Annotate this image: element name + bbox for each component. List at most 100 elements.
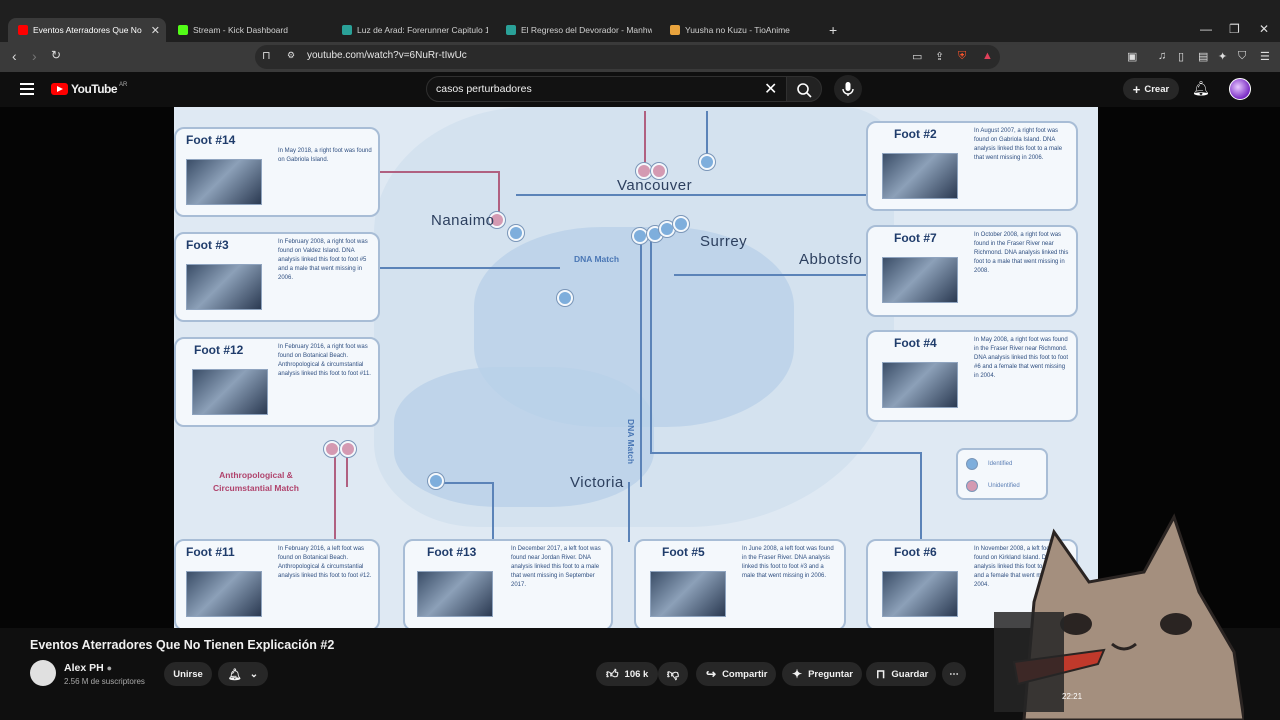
dislike-button[interactable]: 👎︎ [658,662,688,686]
menu-icon[interactable]: ☰ [1260,50,1274,63]
connector-line [436,482,492,484]
share-button[interactable]: ↪ Compartir [696,662,776,686]
foot-card: Foot #14 In May 2018, a right foot was f… [174,127,380,217]
map-legend: Identified Unidentified [956,448,1048,500]
site-info-icon[interactable]: ⚙ [287,50,295,61]
identified-marker [673,216,689,232]
restore-icon[interactable]: ❐ [1229,22,1240,36]
search-button[interactable] [786,76,822,102]
shoe-photo [186,571,262,617]
foot-title: Foot #2 [894,127,937,141]
reload-icon[interactable]: ↻ [51,48,61,62]
foot-title: Foot #11 [186,545,235,559]
search-query[interactable]: casos perturbadores [436,83,532,95]
foot-description: In June 2008, a left foot was found in t… [742,546,834,579]
leo-ai-icon[interactable]: ✦ [1218,50,1232,63]
subscribe-notifications-button[interactable]: 🔔︎ ⌄ [218,662,268,686]
unidentified-marker [340,441,356,457]
save-button[interactable]: ⊓ Guardar [866,662,936,686]
url-text[interactable]: youtube.com/watch?v=6NuRr-tIwUc [307,50,467,61]
notifications-bell-icon[interactable]: 🔔︎ [1192,80,1210,97]
tab-kick[interactable]: Stream - Kick Dashboard [168,18,328,42]
share-page-icon[interactable]: ⇪ [935,50,949,63]
wallet-icon[interactable]: ▤ [1198,50,1212,63]
address-toolbar [0,42,1280,72]
vpn-icon[interactable]: ⛉ [1238,50,1252,62]
foot-title: Foot #4 [894,336,937,350]
connector-line [492,482,494,542]
foot-title: Foot #5 [662,545,705,559]
anthropological-match-label: Anthropological & Circumstantial Match [213,470,299,493]
tab-label: Stream - Kick Dashboard [193,25,288,35]
connector-line [650,452,920,454]
hamburger-menu-icon[interactable] [20,83,34,98]
shoe-photo [417,571,493,617]
close-tab-icon[interactable]: ✕ [151,24,160,37]
manhwa-favicon-icon [506,25,516,35]
identified-marker [557,290,573,306]
youtube-logo[interactable]: YouTube AR [51,82,127,96]
manhwa-favicon-icon [342,25,352,35]
back-icon[interactable]: ‹ [12,48,17,64]
more-actions-button[interactable]: ⋯ [942,662,966,686]
tab-el-regreso[interactable]: El Regreso del Devorador - Manhwa [496,18,652,42]
foot-title: Foot #12 [194,343,244,357]
shoe-photo [882,362,958,408]
new-tab-button[interactable]: + [829,22,837,38]
account-avatar[interactable] [1229,78,1251,100]
like-button[interactable]: 👍︎ 106 k [596,662,658,686]
connector-line [516,194,868,196]
foot-description: In February 2008, a right foot was found… [278,239,368,281]
connector-line [380,171,498,173]
channel-name[interactable]: Alex PH ● [64,662,112,674]
close-window-icon[interactable]: ✕ [1259,22,1269,36]
tab-youtube[interactable]: Eventos Aterradores Que No ✕ [8,18,166,42]
subscriber-count: 2.56 M de suscriptores [64,677,145,686]
brave-rewards-icon[interactable]: ▲ [982,50,996,62]
foot-card: Foot #3 In February 2008, a right foot w… [174,232,380,322]
unidentified-marker [324,441,340,457]
bell-icon: 🔔︎ [227,668,242,681]
verified-icon: ● [106,663,113,673]
tab-luz-de-arad[interactable]: Luz de Arad: Forerunner Capitulo 1 e [332,18,488,42]
music-icon[interactable]: ♫ [1158,50,1172,62]
overlay-timestamp: 22:21 [1062,692,1083,701]
sidebar-toggle-icon[interactable]: ▣ [1127,50,1141,63]
connector-line [640,227,642,487]
forward-icon[interactable]: › [32,48,37,64]
connector-line [644,111,646,167]
video-frame-map[interactable]: Vancouver Nanaimo Surrey Abbotsfo Victor… [174,107,1098,628]
create-button[interactable]: + Crear [1123,78,1179,100]
clear-search-icon[interactable]: ✕ [764,79,777,99]
share-icon: ↪ [706,667,717,681]
brave-shield-icon[interactable]: ⛨ [958,50,972,62]
like-count: 106 k [624,668,649,680]
shoe-photo [650,571,726,617]
reading-list-icon[interactable]: ▯ [1178,50,1192,63]
foot-description: In February 2016, a right foot was found… [278,344,371,377]
city-nanaimo: Nanaimo [431,212,495,229]
join-button[interactable]: Unirse [164,662,212,686]
bookmark-icon[interactable]: ⊓ [262,49,271,62]
streamer-cat-overlay [994,513,1244,720]
minimize-icon[interactable]: — [1200,22,1212,36]
more-icon: ⋯ [949,668,959,680]
ask-button[interactable]: ✦ Preguntar [782,662,862,686]
identified-marker [428,473,444,489]
connector-line [346,457,348,487]
channel-avatar[interactable] [30,660,56,686]
legend-unidentified: Unidentified [988,483,1020,489]
cast-icon[interactable]: ▭ [912,50,926,63]
kick-favicon-icon [178,25,188,35]
shoe-photo [882,257,958,303]
bookmark-save-icon: ⊓ [876,667,886,681]
tab-tioanime[interactable]: Yuusha no Kuzu - TioAnime [660,18,820,42]
channel-name-text[interactable]: Alex PH [64,662,104,674]
voice-search-button[interactable] [834,75,862,103]
sparkle-icon: ✦ [792,667,803,681]
shoe-photo [882,153,958,199]
foot-description: In May 2008, a right foot was found in t… [974,337,1069,379]
connector-line [334,457,336,539]
share-label: Compartir [722,668,768,680]
dna-match-label-vertical: DNA Match [626,419,636,465]
